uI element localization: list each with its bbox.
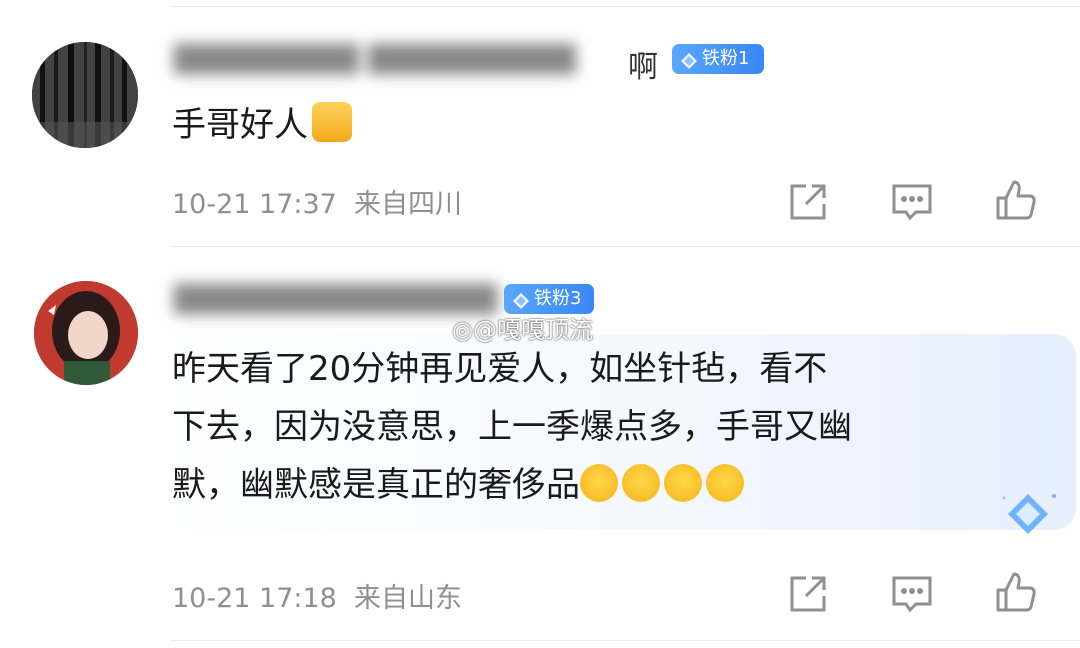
watermark: ◎@嘎嘎顶流 xyxy=(452,310,593,345)
timestamp: 10-21 17:37 xyxy=(172,189,337,220)
comment-icon[interactable] xyxy=(890,572,934,616)
fan-badge[interactable]: 铁粉1 xyxy=(672,44,764,74)
location: 来自四川 xyxy=(354,189,463,220)
watermark-text: @嘎嘎顶流 xyxy=(472,316,593,344)
weibo-logo-icon: ◎ xyxy=(452,316,473,344)
laughing-crying-icon xyxy=(664,464,702,502)
comment-text: 手哥好人 xyxy=(172,96,352,154)
laughing-crying-icon xyxy=(622,464,660,502)
comment-icon[interactable] xyxy=(890,180,934,224)
comment-text-body: 手哥好人 xyxy=(172,105,308,145)
comment-meta: 10-21 17:37 来自四川 xyxy=(172,182,462,221)
bottom-divider xyxy=(170,640,1080,641)
comment-text: 昨天看了20分钟再见爱人，如坐针毡，看不 下去，因为没意思，上一季爆点多，手哥又… xyxy=(172,340,852,514)
diamond-decoration-icon xyxy=(998,488,1062,540)
fan-badge-label: 铁粉3 xyxy=(534,288,582,309)
comment-line: 昨天看了20分钟再见爱人，如坐针毡，看不 xyxy=(172,349,828,389)
comment-line-last: 默，幽默感是真正的奢侈品 xyxy=(172,456,852,514)
username-blurred[interactable]: ▇▇▇▇▇▇▇▇▇▇▇▇▇▇ xyxy=(174,280,497,315)
top-divider xyxy=(170,6,1080,7)
thumbs-up-icon xyxy=(312,102,352,142)
like-icon[interactable] xyxy=(994,570,1038,614)
avatar[interactable] xyxy=(32,42,138,148)
laughing-crying-icon xyxy=(706,464,744,502)
fan-badge-label: 铁粉1 xyxy=(702,48,750,69)
diamond-icon xyxy=(680,50,698,80)
like-icon[interactable] xyxy=(994,178,1038,222)
avatar[interactable] xyxy=(34,281,138,385)
username-visible-tail: 啊 xyxy=(628,50,658,85)
comment-divider xyxy=(170,246,1080,247)
comment-line: 默，幽默感是真正的奢侈品 xyxy=(172,465,580,505)
username-blurred[interactable]: ▇▇▇▇▇▇▇▇ ▇▇▇▇▇▇▇▇▇ xyxy=(174,40,576,75)
share-icon[interactable] xyxy=(786,180,830,224)
comment-line: 下去，因为没意思，上一季爆点多，手哥又幽 xyxy=(172,407,852,447)
timestamp: 10-21 17:18 xyxy=(172,583,337,614)
comment-meta: 10-21 17:18 来自山东 xyxy=(172,576,462,615)
share-icon[interactable] xyxy=(786,572,830,616)
location: 来自山东 xyxy=(354,583,463,614)
laughing-crying-icon xyxy=(580,464,618,502)
